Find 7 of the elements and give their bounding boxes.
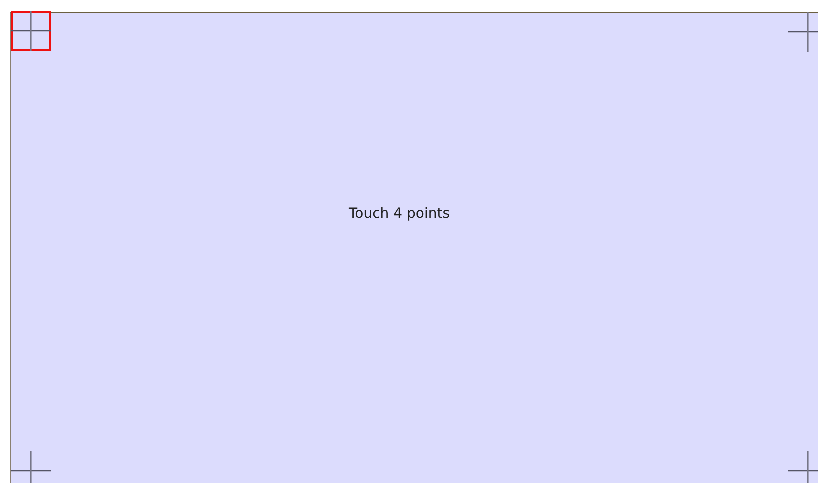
crosshair-icon bbox=[788, 12, 818, 52]
crosshair-icon bbox=[11, 451, 51, 483]
crosshair-target[interactable] bbox=[788, 12, 818, 52]
crosshair-icon bbox=[11, 11, 51, 51]
instruction-text: Touch 4 points bbox=[349, 206, 450, 222]
crosshair-target[interactable] bbox=[11, 451, 51, 483]
crosshair-target[interactable] bbox=[11, 11, 51, 51]
